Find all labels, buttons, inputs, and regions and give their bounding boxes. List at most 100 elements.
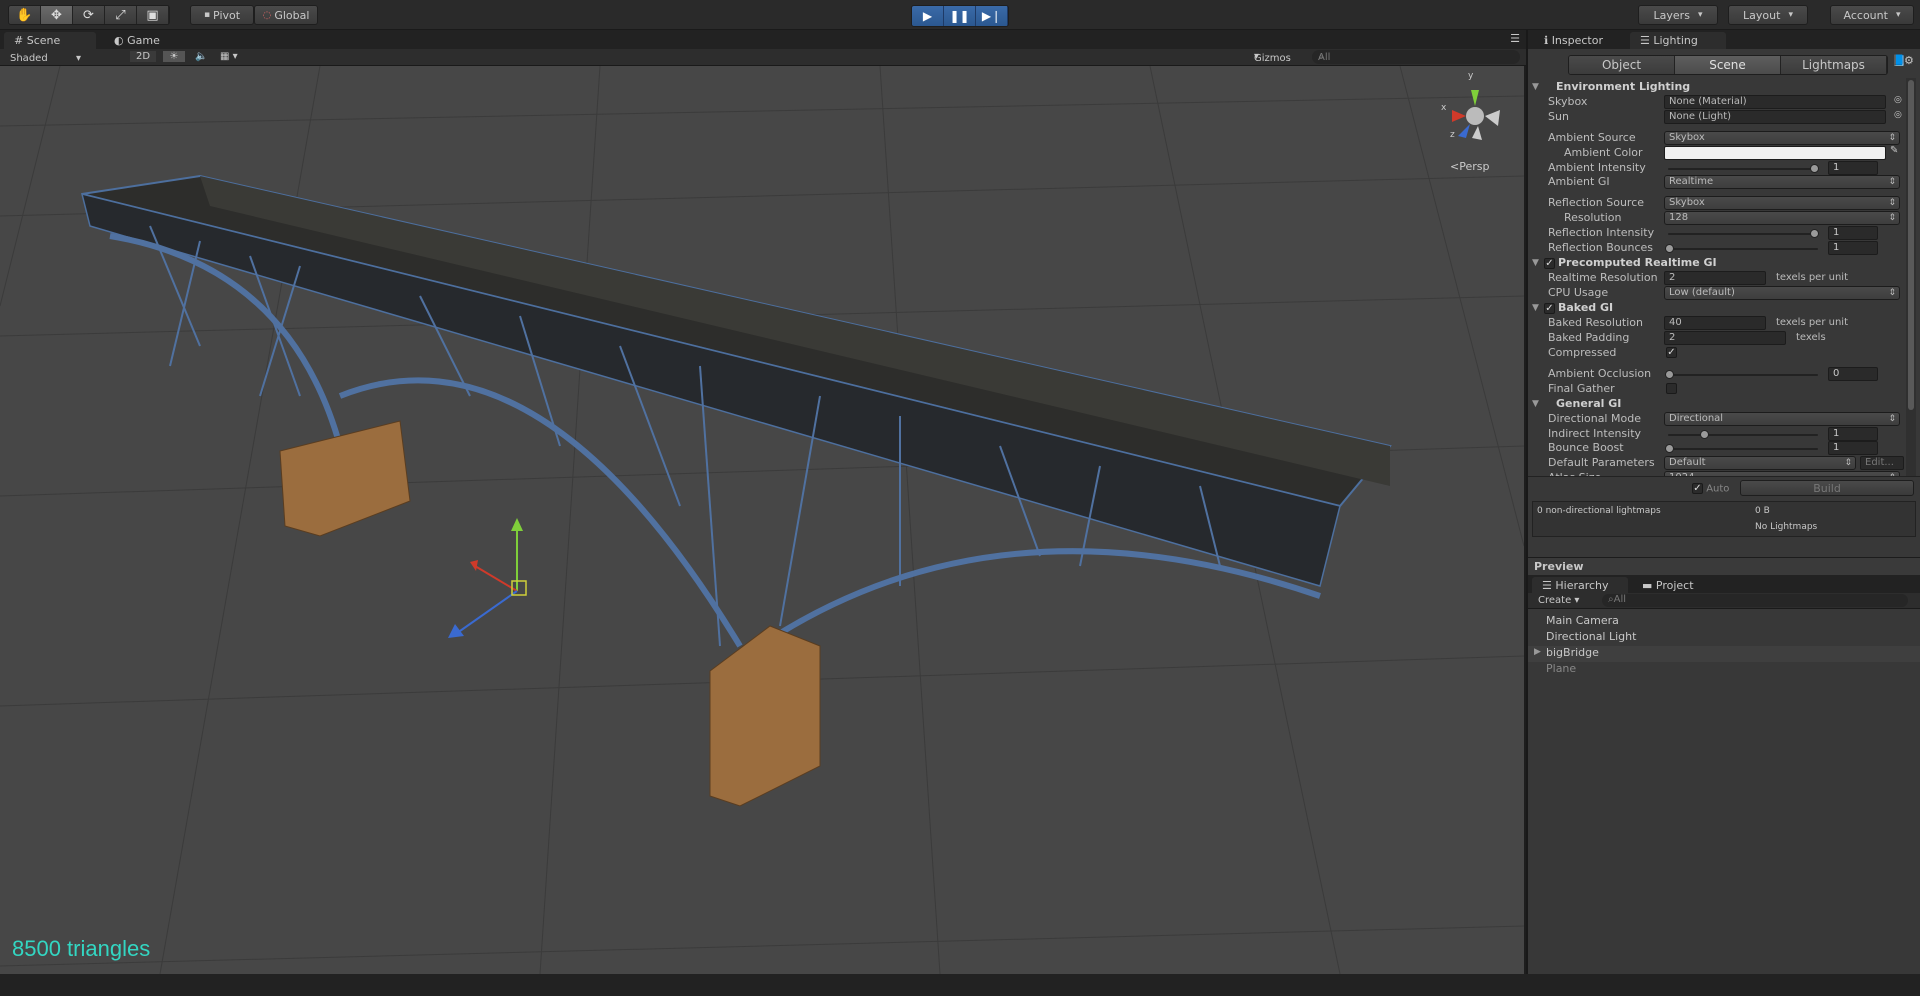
slider-knob[interactable] [1810,229,1819,238]
auto-toggle[interactable]: ✓ Auto [1692,483,1729,495]
tab-hierarchy[interactable]: ☰ Hierarchy [1532,577,1628,594]
object-picker-icon[interactable]: ◎ [1894,95,1902,105]
slider-knob[interactable] [1665,244,1674,253]
tab-lighting[interactable]: ☰ Lighting [1630,32,1726,49]
auto-checkbox[interactable]: ✓ [1692,483,1703,494]
ambient-source-select[interactable]: Skybox [1664,131,1900,145]
baked-padding-input[interactable]: 2 [1664,331,1786,345]
compressed-checkbox[interactable]: ✓ [1666,347,1677,358]
precomputed-checkbox[interactable]: ✓ [1544,258,1555,269]
resolution-select[interactable]: 128 [1664,211,1900,225]
ambient-occlusion-value[interactable]: 0 [1828,367,1878,381]
hierarchy-item[interactable]: Directional Light [1528,630,1920,646]
object-picker-icon[interactable]: ◎ [1894,110,1902,120]
gizmos-dropdown[interactable]: Gizmos ▾ [1254,51,1291,64]
edit-parameters-button[interactable]: Edit... [1860,456,1904,470]
scene-toolbar: Shaded ▾ 2D ☀ 🔈 ▦ ▾ Gizmos ▾ ⌕ All [0,49,1526,66]
account-dropdown[interactable]: Account [1830,5,1914,25]
rotate-tool-icon[interactable]: ⟳ [73,6,105,24]
hierarchy-search-input[interactable]: ⌕All [1602,594,1908,607]
scene-search-input[interactable]: ⌕ All [1312,50,1520,64]
baked-padding-label: Baked Padding [1548,331,1630,344]
tab-menu-icon[interactable]: ☰ [1510,32,1520,45]
slider-knob[interactable] [1665,370,1674,379]
layout-dropdown[interactable]: Layout [1728,5,1808,25]
cpu-usage-select[interactable]: Low (default) [1664,286,1900,300]
properties-scrollbar[interactable] [1906,78,1916,478]
sun-field[interactable]: None (Light) [1664,110,1886,124]
build-button[interactable]: Build [1740,480,1914,496]
eyedropper-icon[interactable]: ✎ [1890,145,1898,156]
hierarchy-item[interactable]: Plane [1528,662,1920,678]
baked-resolution-input[interactable]: 40 [1664,316,1766,330]
reflection-bounces-slider[interactable] [1665,244,1818,253]
global-toggle-button[interactable]: ◌ Global [254,5,318,25]
baked-resolution-label: Baked Resolution [1548,316,1643,329]
hierarchy-toolbar: Create ▾ ⌕All [1528,593,1920,609]
indirect-intensity-slider[interactable] [1668,430,1818,439]
baked-checkbox[interactable]: ✓ [1544,303,1555,314]
hierarchy-item[interactable]: ▶ bigBridge [1528,646,1920,662]
perspective-label[interactable]: <Persp [1450,160,1489,173]
expand-arrow-icon[interactable]: ▶ [1534,647,1541,657]
ambient-color-swatch[interactable] [1664,146,1886,160]
info-icon: ℹ [1544,34,1549,47]
slider-knob[interactable] [1665,444,1674,453]
tab-game[interactable]: ◐ Game [104,32,184,49]
ambient-occlusion-slider[interactable] [1665,370,1818,379]
audio-toggle-icon[interactable]: 🔈 [195,51,207,62]
rect-tool-icon[interactable]: ▣ [137,6,169,24]
realtime-resolution-input[interactable]: 2 [1664,271,1766,285]
create-dropdown[interactable]: Create ▾ [1538,595,1579,606]
skybox-field[interactable]: None (Material) [1664,95,1886,109]
pivot-toggle-button[interactable]: ▪ Pivot [190,5,254,25]
preview-header[interactable]: Preview [1528,557,1920,575]
reflection-bounces-value[interactable]: 1 [1828,241,1878,255]
tab-object[interactable]: Object [1569,56,1675,74]
step-button-icon[interactable]: ▶❘ [976,6,1008,26]
bounce-boost-value[interactable]: 1 [1828,441,1878,455]
transform-gizmo[interactable] [448,518,527,638]
final-gather-checkbox[interactable] [1666,383,1677,394]
global-icon: ◌ [262,9,272,21]
slider-knob[interactable] [1700,430,1709,439]
pause-button-icon[interactable]: ❚❚ [944,6,976,26]
ambient-occlusion-label: Ambient Occlusion [1548,367,1652,380]
reflection-intensity-value[interactable]: 1 [1828,226,1878,240]
ambient-intensity-value[interactable]: 1 [1828,161,1878,175]
move-tool-icon[interactable]: ✥ [41,6,73,24]
default-parameters-select[interactable]: Default [1664,456,1856,470]
lighting-toggle-icon[interactable]: ☀ [163,51,185,62]
scene-viewport[interactable]: y x z <Persp 8500 triangles [0,66,1524,974]
directional-mode-select[interactable]: Directional [1664,412,1900,426]
hierarchy-item-label: Directional Light [1546,630,1637,643]
tab-scene-lighting[interactable]: Scene [1675,56,1781,74]
tab-lightmaps[interactable]: Lightmaps [1781,56,1887,74]
bounce-boost-slider[interactable] [1665,444,1818,453]
hand-tool-icon[interactable]: ✋ [9,6,41,24]
effects-dropdown-icon[interactable]: ▦ ▾ [220,51,238,62]
settings-gear-icon[interactable]: ⚙ [1904,54,1914,67]
mode-2d-toggle[interactable]: 2D [130,51,156,62]
persp-text: Persp [1459,160,1490,173]
scale-tool-icon[interactable]: ⤢ [105,6,137,24]
ambient-gi-label: Ambient GI [1548,175,1610,188]
ambient-gi-select[interactable]: Realtime [1664,175,1900,189]
reflection-source-select[interactable]: Skybox [1664,196,1900,210]
hierarchy-item[interactable]: Main Camera [1528,614,1920,630]
reflection-intensity-slider[interactable] [1668,229,1819,238]
slider-knob[interactable] [1810,164,1819,173]
tab-inspector-label: Inspector [1551,34,1603,47]
tab-project[interactable]: ▬ Project [1632,577,1722,594]
tab-inspector[interactable]: ℹ Inspector [1534,32,1624,49]
foldout-arrow-icon: ▼ [1532,258,1539,268]
global-label: Global [274,8,310,22]
indirect-intensity-value[interactable]: 1 [1828,427,1878,441]
layers-dropdown[interactable]: Layers [1638,5,1718,25]
play-button-icon[interactable]: ▶ [912,6,944,26]
inspector-panel: ℹ Inspector ☰ Lighting 📘 ⚙ Object Scene … [1526,30,1920,974]
ambient-intensity-slider[interactable] [1668,164,1819,173]
gizmo-axis-x: x [1441,103,1447,113]
tab-scene[interactable]: # Scene [4,32,96,49]
pivot-icon: ▪ [203,10,211,20]
